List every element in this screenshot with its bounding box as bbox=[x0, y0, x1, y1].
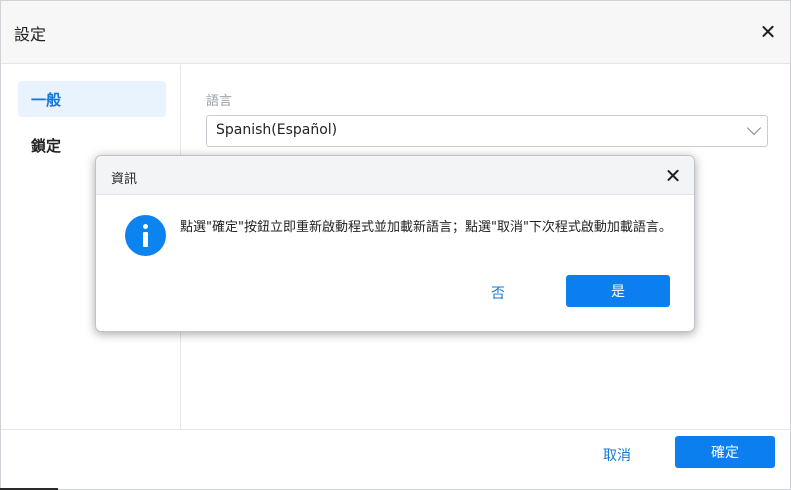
dialog-header: 資訊 bbox=[96, 156, 694, 195]
dialog-title: 資訊 bbox=[111, 172, 138, 187]
language-select-value: Spanish(Español) bbox=[216, 122, 338, 138]
language-select[interactable]: Spanish(Español) bbox=[206, 115, 768, 147]
sidebar-item-label: 一般 bbox=[31, 91, 62, 109]
sidebar-item-label: 鎖定 bbox=[31, 137, 62, 155]
window-title: 設定 bbox=[14, 25, 47, 44]
info-dialog: 資訊 點選"確定"按鈕立即重新啟動程式並加載新語言；點選"取消"下次程式啟動加載… bbox=[95, 155, 695, 332]
yes-button[interactable]: 是 bbox=[566, 275, 670, 307]
footer: 取消 確定 bbox=[1, 429, 790, 489]
title-bar: 設定 bbox=[1, 1, 790, 64]
sidebar-item-general[interactable]: 一般 bbox=[18, 81, 166, 117]
cancel-button[interactable]: 取消 bbox=[603, 445, 631, 465]
language-label: 語言 bbox=[206, 94, 233, 109]
chevron-down-icon bbox=[746, 120, 762, 136]
no-button[interactable]: 否 bbox=[491, 283, 505, 303]
close-icon[interactable] bbox=[662, 165, 684, 187]
confirm-button[interactable]: 確定 bbox=[675, 436, 775, 468]
info-icon bbox=[125, 215, 166, 256]
dialog-message: 點選"確定"按鈕立即重新啟動程式並加載新語言；點選"取消"下次程式啟動加載語言。 bbox=[180, 220, 672, 235]
close-icon[interactable] bbox=[757, 21, 779, 43]
